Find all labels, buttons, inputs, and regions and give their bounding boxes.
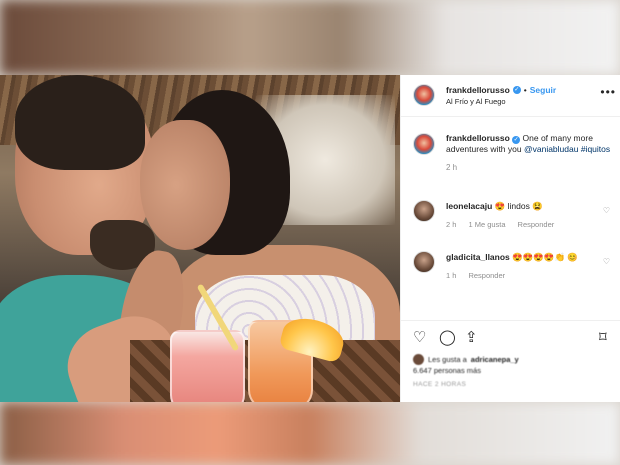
- likes-summary: Les gusta a adricanepa_y: [413, 354, 519, 365]
- action-bar: ♡ ◯ ⇪ ⌑ Les gusta a adricanepa_y 6.647 p…: [401, 320, 620, 402]
- blurred-background-top: [0, 0, 620, 75]
- comment-item: gladicita_llanos 😍😍😍😍👏 😊 1 h Responder ♡: [413, 251, 618, 280]
- man-hair: [15, 75, 145, 170]
- caption: frankdellorusso ✓ One of many more adven…: [413, 133, 613, 172]
- likes-prefix: Les gusta a: [428, 355, 467, 364]
- more-options-icon[interactable]: •••: [600, 85, 616, 99]
- avatar[interactable]: [413, 133, 435, 155]
- post-photo[interactable]: [0, 75, 400, 402]
- follow-button[interactable]: Seguir: [530, 85, 556, 95]
- caption-username[interactable]: frankdellorusso: [446, 133, 510, 143]
- caption-text: frankdellorusso ✓ One of many more adven…: [446, 133, 613, 155]
- verified-badge-icon: ✓: [512, 136, 521, 144]
- man-head: [15, 75, 155, 270]
- post-timestamp: HACE 2 HORAS: [413, 381, 467, 388]
- comment-text: leonelacaju 😍 lindos 😫: [446, 200, 601, 212]
- comment-timestamp: 2 h: [446, 220, 457, 229]
- avatar[interactable]: [413, 251, 435, 273]
- woman-face: [140, 120, 230, 250]
- avatar: [413, 354, 424, 365]
- comment-timestamp: 1 h: [446, 271, 457, 280]
- header-username[interactable]: frankdellorusso: [446, 85, 510, 95]
- heart-icon[interactable]: ♡: [603, 257, 610, 266]
- comment-username[interactable]: leonelacaju: [446, 201, 492, 211]
- caption-mention[interactable]: @vaniabludau: [524, 144, 578, 154]
- comment-meta: 1 h Responder: [446, 271, 618, 280]
- post-sidebar: frankdellorusso ✓ • Seguir Al Frío y Al …: [400, 75, 620, 402]
- avatar[interactable]: [413, 200, 435, 222]
- reply-button[interactable]: Responder: [468, 271, 505, 280]
- bookmark-icon[interactable]: ⌑: [599, 330, 615, 346]
- caption-hashtag[interactable]: #iquitos: [581, 144, 610, 154]
- separator-dot: •: [523, 85, 527, 95]
- location-link[interactable]: Al Frío y Al Fuego: [446, 97, 506, 106]
- blurred-background-bottom: [0, 402, 620, 465]
- comment-username[interactable]: gladicita_llanos: [446, 252, 510, 262]
- comment-body: 😍 lindos 😫: [494, 201, 543, 211]
- likes-count[interactable]: 6.647 personas más: [413, 366, 481, 375]
- comment-item: leonelacaju 😍 lindos 😫 2 h 1 Me gusta Re…: [413, 200, 618, 229]
- heart-icon[interactable]: ♡: [603, 206, 610, 215]
- heart-icon[interactable]: ♡: [413, 330, 429, 346]
- comment-likes[interactable]: 1 Me gusta: [468, 220, 505, 229]
- comment-icon[interactable]: ◯: [439, 330, 456, 346]
- comment-body: 😍😍😍😍👏 😊: [512, 252, 579, 262]
- comment-text: gladicita_llanos 😍😍😍😍👏 😊: [446, 251, 601, 263]
- verified-badge-icon: ✓: [512, 86, 521, 94]
- reply-button[interactable]: Responder: [518, 220, 555, 229]
- comment-meta: 2 h 1 Me gusta Responder: [446, 220, 618, 229]
- likes-user[interactable]: adricanepa_y: [471, 355, 519, 364]
- share-icon[interactable]: ⇪: [465, 330, 481, 346]
- post-header: frankdellorusso ✓ • Seguir Al Frío y Al …: [401, 75, 620, 117]
- header-user-row: frankdellorusso ✓ • Seguir: [446, 85, 556, 95]
- caption-timestamp: 2 h: [446, 163, 458, 172]
- avatar[interactable]: [413, 84, 435, 106]
